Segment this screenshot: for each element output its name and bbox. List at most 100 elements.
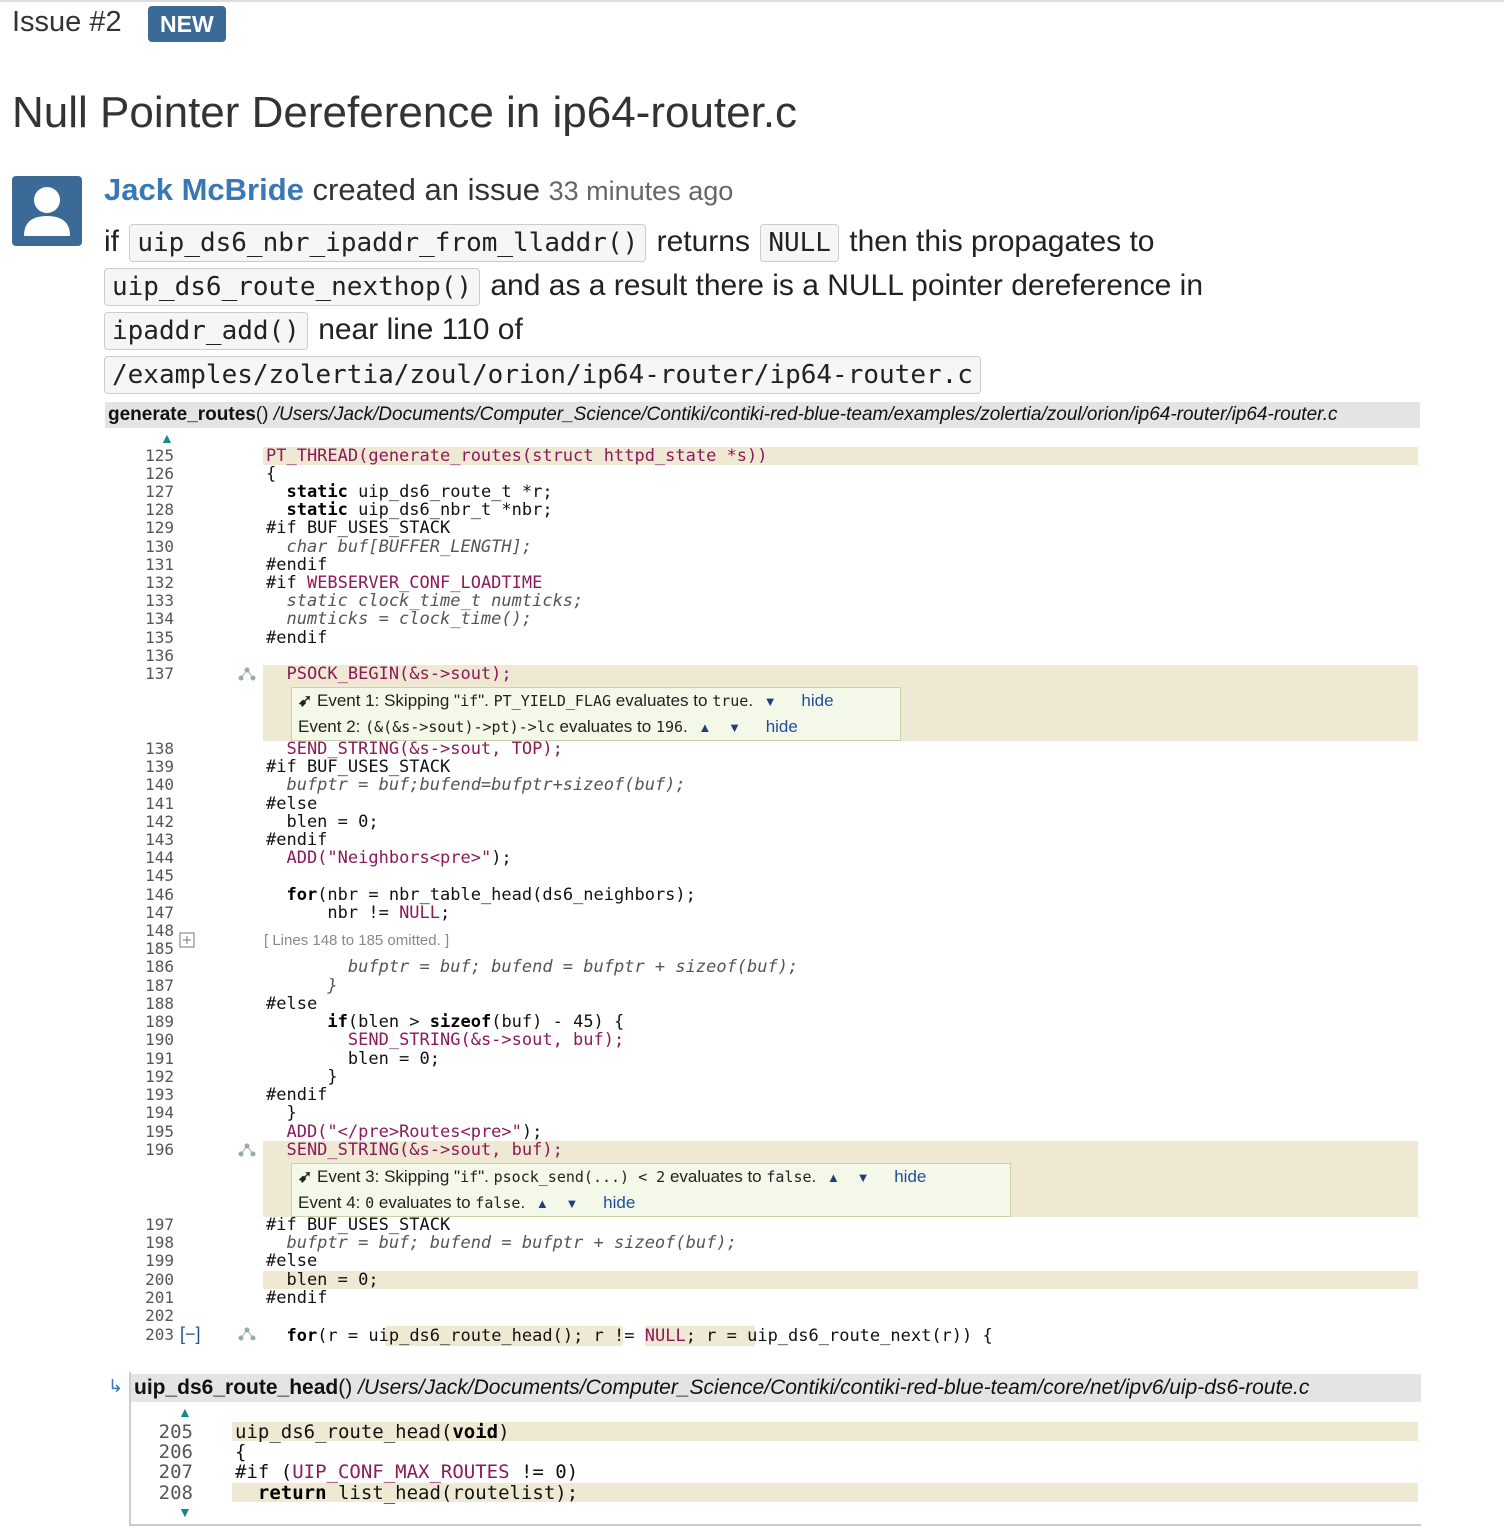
code-line: #endif bbox=[266, 555, 328, 575]
function-name[interactable]: uip_ds6_route_head bbox=[134, 1376, 338, 1399]
line-number: 147 bbox=[145, 903, 174, 922]
top-divider bbox=[0, 0, 1504, 2]
next-event-icon[interactable]: ▼ bbox=[728, 720, 741, 735]
line-number: 144 bbox=[145, 848, 174, 867]
event-box: ➹ Event 3: Skipping "if". psock_send(...… bbox=[291, 1163, 1011, 1217]
scroll-up-icon[interactable]: ▲ bbox=[160, 430, 174, 446]
code-line: } bbox=[266, 1103, 297, 1123]
timestamp: 33 minutes ago bbox=[548, 176, 734, 206]
page-title: Null Pointer Dereference in ip64-router.… bbox=[12, 88, 798, 137]
file-path[interactable]: /Users/Jack/Documents/Computer_Science/C… bbox=[358, 1376, 1309, 1399]
code-line: #if BUF_USES_STACK bbox=[266, 757, 451, 777]
code-line: for(nbr = nbr_table_head(ds6_neighbors); bbox=[266, 885, 696, 905]
line-number: 133 bbox=[145, 591, 174, 610]
code-line: static uip_ds6_nbr_t *nbr; bbox=[266, 500, 553, 520]
next-event-icon[interactable]: ▼ bbox=[764, 694, 777, 709]
next-event-icon[interactable]: ▼ bbox=[857, 1170, 870, 1185]
line-number: 198 bbox=[145, 1233, 174, 1252]
activity-header: Jack McBride created an issue 33 minutes… bbox=[104, 172, 733, 208]
line-number: 195 bbox=[145, 1122, 174, 1141]
code-line: { bbox=[235, 1441, 247, 1463]
event-4: Event 4: 0 evaluates to false. ▲ ▼ hide bbox=[298, 1193, 636, 1212]
line-number: 136 bbox=[145, 646, 174, 665]
highlight-row bbox=[263, 1271, 1418, 1289]
line-number: 125 bbox=[145, 446, 174, 465]
code-line: bufptr = buf; bufend = bufptr + sizeof(b… bbox=[266, 957, 799, 977]
line-number: 142 bbox=[145, 812, 174, 831]
code-chip: NULL bbox=[760, 224, 839, 262]
line-number: 131 bbox=[145, 555, 174, 574]
prev-event-icon[interactable]: ▲ bbox=[536, 1196, 549, 1211]
scroll-up-icon[interactable]: ▲ bbox=[178, 1404, 192, 1420]
issue-number: Issue #2 bbox=[12, 6, 122, 38]
line-number: 128 bbox=[145, 500, 174, 519]
code-line: bufptr = buf; bufend = bufptr + sizeof(b… bbox=[266, 1233, 737, 1253]
code-line: uip_ds6_route_head(void) bbox=[235, 1421, 510, 1443]
line-number: 187 bbox=[145, 976, 174, 995]
prev-event-icon[interactable]: ▲ bbox=[698, 720, 711, 735]
code-line: ADD("Neighbors<pre>"); bbox=[266, 848, 512, 868]
hide-link[interactable]: hide bbox=[603, 1193, 635, 1212]
desc-text: then this propagates to bbox=[849, 225, 1155, 258]
line-number: 192 bbox=[145, 1067, 174, 1086]
code-chip: ipaddr_add() bbox=[104, 312, 308, 350]
code-line: blen = 0; bbox=[266, 1049, 440, 1069]
hide-link[interactable]: hide bbox=[894, 1167, 926, 1186]
line-number: 206 bbox=[158, 1441, 193, 1463]
code-line: #if BUF_USES_STACK bbox=[266, 1215, 451, 1235]
collapse-button[interactable]: [−] bbox=[180, 1324, 201, 1345]
code-line: char buf[BUFFER_LENGTH]; bbox=[266, 537, 533, 557]
code-line: ADD("</pre>Routes<pre>"); bbox=[266, 1122, 543, 1142]
line-number: 202 bbox=[145, 1306, 174, 1325]
file-path[interactable]: /Users/Jack/Documents/Computer_Science/C… bbox=[274, 404, 1338, 425]
file-header: generate_routes() /Users/Jack/Documents/… bbox=[105, 402, 1420, 428]
description-line-2: uip_ds6_route_nexthop() and as a result … bbox=[104, 268, 1203, 306]
code-line: blen = 0; bbox=[266, 812, 379, 832]
prev-event-icon[interactable]: ▲ bbox=[827, 1170, 840, 1185]
code-line: #else bbox=[266, 994, 318, 1014]
code-line: SEND_STRING(&s->sout, TOP); bbox=[266, 739, 563, 759]
hide-link[interactable]: hide bbox=[801, 691, 833, 710]
line-number: 127 bbox=[145, 482, 174, 501]
line-number: 186 bbox=[145, 957, 174, 976]
line-number: 141 bbox=[145, 794, 174, 813]
line-number: 145 bbox=[145, 866, 174, 885]
line-number: 203 bbox=[145, 1325, 174, 1344]
expand-icon[interactable] bbox=[178, 931, 196, 949]
event-box: ➹ Event 1: Skipping "if". PT_YIELD_FLAG … bbox=[291, 687, 901, 741]
code-line: static clock_time_t numticks; bbox=[266, 591, 584, 611]
line-number: 191 bbox=[145, 1049, 174, 1068]
code-line: return list_head(routelist); bbox=[235, 1482, 579, 1504]
line-number: 146 bbox=[145, 885, 174, 904]
line-number: 185 bbox=[145, 939, 174, 958]
desc-text: near line 110 of bbox=[318, 313, 523, 346]
code-line: #else bbox=[266, 794, 318, 814]
next-event-icon[interactable]: ▼ bbox=[566, 1196, 579, 1211]
code-line: } bbox=[266, 1067, 338, 1087]
event-arrow-icon: ➹ bbox=[298, 691, 313, 710]
line-number: 199 bbox=[145, 1251, 174, 1270]
line-number: 143 bbox=[145, 830, 174, 849]
line-number: 208 bbox=[158, 1482, 193, 1504]
user-icon bbox=[24, 187, 70, 236]
description-line-1: if uip_ds6_nbr_ipaddr_from_lladdr() retu… bbox=[104, 224, 1155, 262]
avatar[interactable] bbox=[12, 176, 82, 246]
code-line: #else bbox=[266, 1251, 318, 1271]
code-line: #endif bbox=[266, 830, 328, 850]
hide-link[interactable]: hide bbox=[766, 717, 798, 736]
description-line-3: ipaddr_add() near line 110 of bbox=[104, 312, 523, 350]
line-number: 196 bbox=[145, 1140, 174, 1159]
line-number: 140 bbox=[145, 775, 174, 794]
line-number: 130 bbox=[145, 537, 174, 556]
code-line: SEND_STRING(&s->sout, buf); bbox=[347, 1030, 625, 1050]
line-number: 200 bbox=[145, 1270, 174, 1289]
code-line: #endif bbox=[266, 1085, 328, 1105]
scroll-down-icon[interactable]: ▼ bbox=[178, 1504, 192, 1520]
code-chip: uip_ds6_route_nexthop() bbox=[104, 268, 481, 306]
author-link[interactable]: Jack McBride bbox=[104, 172, 304, 207]
line-number: 193 bbox=[145, 1085, 174, 1104]
line-number: 138 bbox=[145, 739, 174, 758]
code-line: #if BUF_USES_STACK bbox=[266, 518, 451, 538]
line-number: 190 bbox=[145, 1030, 174, 1049]
function-name[interactable]: generate_routes bbox=[108, 404, 256, 425]
